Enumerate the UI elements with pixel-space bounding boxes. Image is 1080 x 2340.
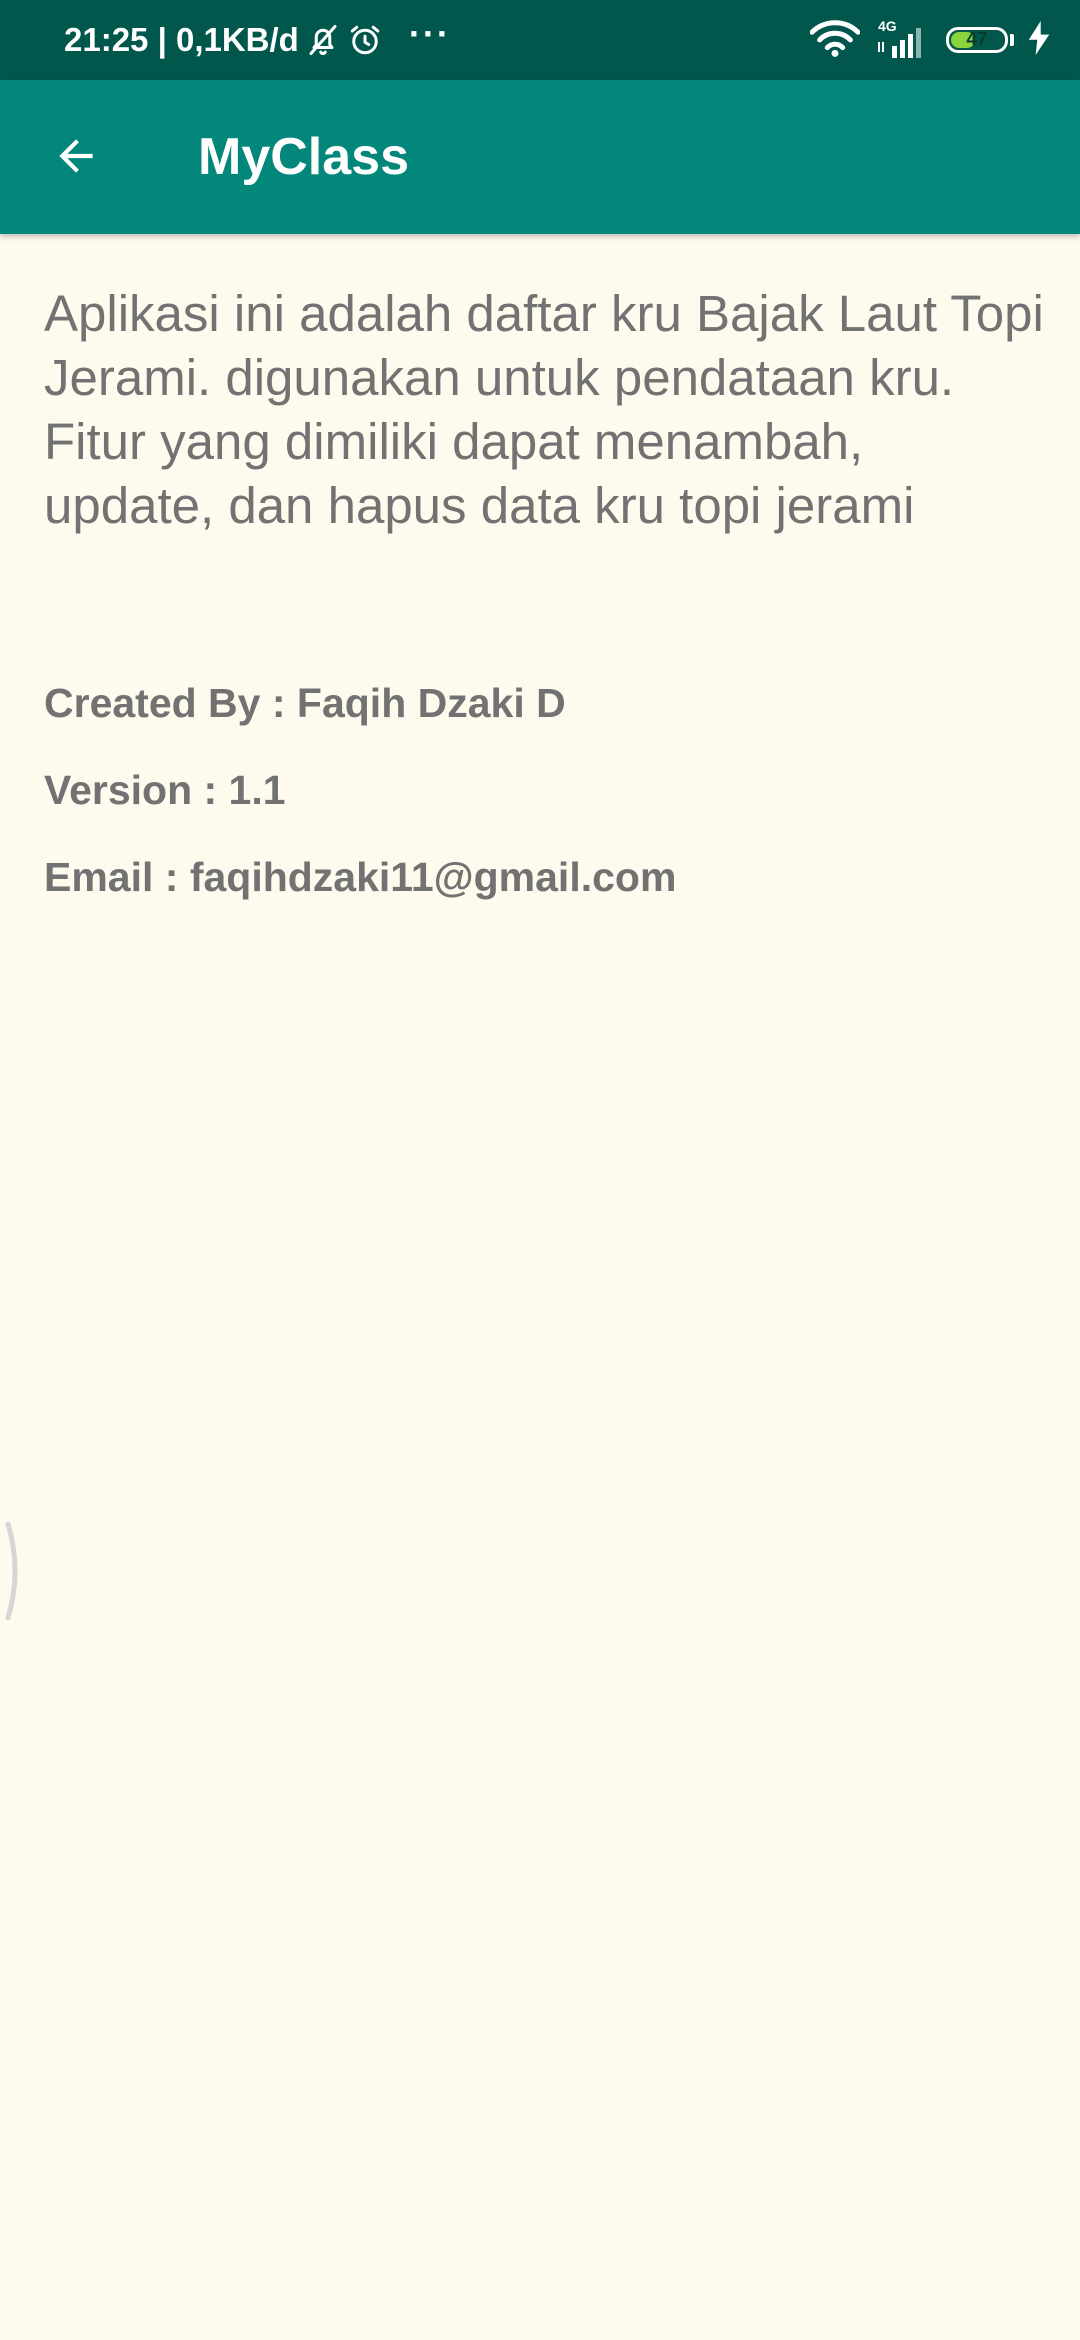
battery-level: 47 bbox=[966, 29, 988, 50]
page-title: MyClass bbox=[198, 128, 409, 186]
status-left: 21:25 | 0,1KB/d ··· bbox=[64, 0, 451, 80]
about-content: Aplikasi ini adalah daftar kru Bajak Lau… bbox=[44, 282, 1044, 934]
created-by-text: Created By : Faqih Dzaki D bbox=[44, 680, 566, 726]
charging-bolt-icon bbox=[1028, 20, 1050, 60]
app-description: Aplikasi ini adalah daftar kru Bajak Lau… bbox=[44, 285, 1044, 534]
status-time-speed: 21:25 | 0,1KB/d bbox=[64, 21, 299, 58]
arrow-left-icon bbox=[51, 131, 101, 186]
version-text: Version : 1.1 bbox=[44, 767, 286, 813]
bell-off-icon bbox=[305, 22, 341, 58]
app-bar: MyClass bbox=[0, 80, 1080, 234]
wifi-icon bbox=[809, 18, 861, 63]
status-right: 4G 47 bbox=[796, 0, 1050, 80]
edge-swipe-handle[interactable] bbox=[4, 1521, 22, 1621]
more-dots-icon: ··· bbox=[408, 13, 451, 54]
signal-icon: 4G bbox=[874, 18, 932, 62]
email-text: Email : faqihdzaki11@gmail.com bbox=[44, 854, 677, 900]
battery-cap bbox=[1010, 34, 1014, 46]
alarm-clock-icon bbox=[347, 22, 383, 58]
battery-icon: 47 bbox=[946, 27, 1008, 53]
status-bar: 21:25 | 0,1KB/d ··· 4G 47 bbox=[0, 0, 1080, 80]
back-button[interactable] bbox=[36, 118, 116, 198]
app-info: Created By : Faqih Dzaki D Version : 1.1… bbox=[44, 673, 1044, 934]
